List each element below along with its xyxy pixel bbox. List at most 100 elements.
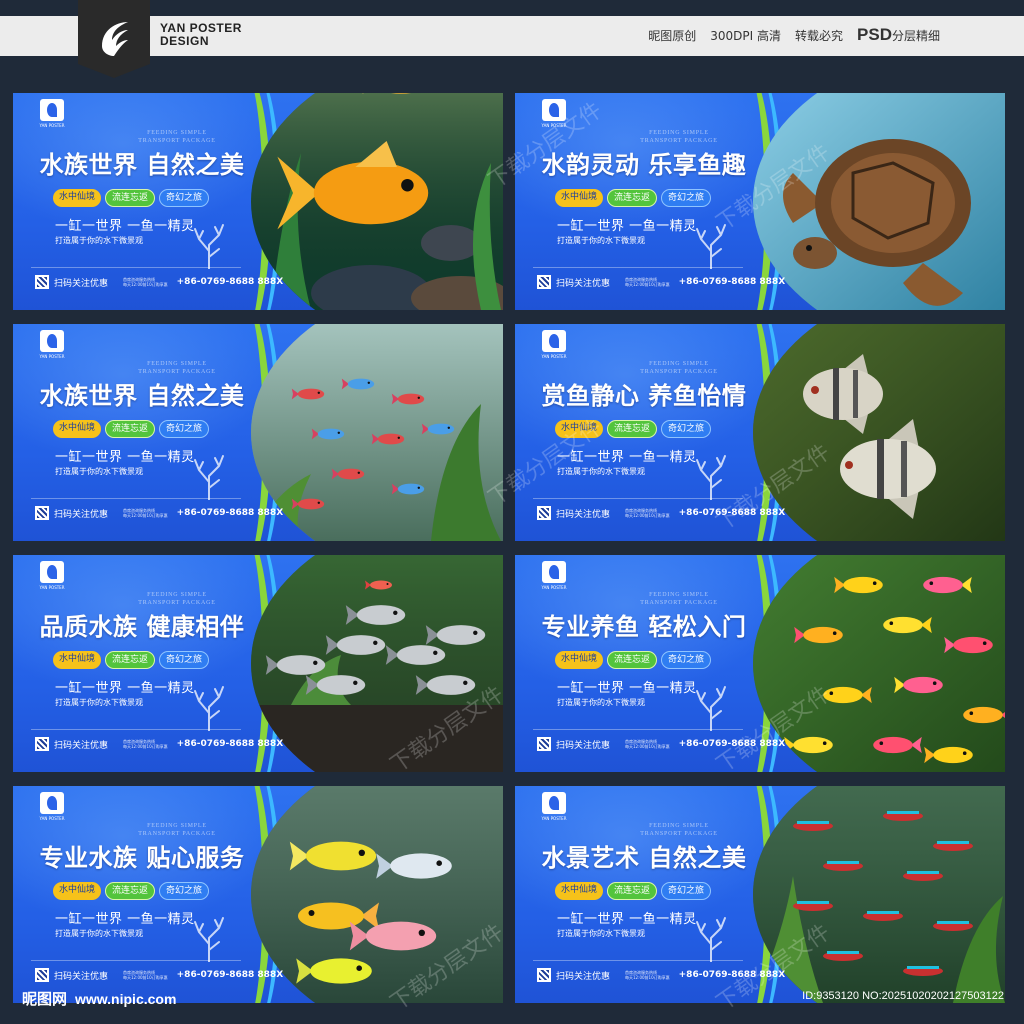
slogan: 一缸一世界 一鱼一精灵: [55, 219, 195, 234]
phone-number: +86-0769-8688 888X: [678, 739, 786, 749]
qr-code-icon[interactable]: [537, 506, 551, 520]
poster-logo-text: YAN POSTER: [541, 123, 567, 128]
poster-logo-text: YAN POSTER: [541, 354, 567, 359]
banner-title: 专业养鱼 轻松入门: [541, 613, 747, 641]
photo-goldfish: [251, 93, 503, 310]
pill-3: 奇幻之旅: [159, 882, 210, 900]
pill-3: 奇幻之旅: [661, 882, 712, 900]
banner-title: 品质水族 健康相伴: [39, 613, 245, 641]
english-line-2: TRANSPORT PACKAGE: [640, 600, 718, 606]
poster-logo: YAN POSTER: [539, 561, 569, 590]
divider: [31, 960, 241, 961]
banner-card: YAN POSTER FEEDING SIMPLE TRANSPORT PACK…: [13, 324, 503, 541]
brand-logo: [78, 0, 150, 78]
pill-1: 水中仙境: [53, 651, 102, 669]
scan-text: 扫码关注优惠: [54, 509, 109, 520]
banner-footer: 扫码关注优惠 首席咨询服务热线 每天12:00前10订购享惠 +86-0769-…: [35, 506, 283, 520]
english-line-2: TRANSPORT PACKAGE: [138, 600, 216, 606]
banner-title: 水景艺术 自然之美: [541, 844, 747, 872]
slogan: 一缸一世界 一鱼一精灵: [55, 450, 195, 465]
english-line-1: FEEDING SIMPLE: [147, 361, 207, 367]
pill-2: 流连忘返: [105, 651, 156, 669]
banner-title: 专业水族 贴心服务: [39, 844, 245, 872]
english-line-1: FEEDING SIMPLE: [147, 592, 207, 598]
poster-logo-text: YAN POSTER: [541, 816, 567, 821]
qr-code-icon[interactable]: [537, 275, 551, 289]
coral-icon: [194, 455, 224, 500]
banner-footer: 扫码关注优惠 首席咨询服务热线 每天12:00前10订购享惠 +86-0769-…: [537, 275, 785, 289]
qr-code-icon[interactable]: [35, 506, 49, 520]
tag-pills: 水中仙境 流连忘返 奇幻之旅: [555, 420, 712, 438]
divider: [31, 498, 241, 499]
photo-guppies: [251, 324, 503, 541]
english-line-1: FEEDING SIMPLE: [649, 823, 709, 829]
banner-card: YAN POSTER FEEDING SIMPLE TRANSPORT PACK…: [13, 93, 503, 310]
divider: [31, 267, 241, 268]
slogan: 一缸一世界 一鱼一精灵: [557, 681, 697, 696]
psd-badge: PSD分层精细: [857, 25, 940, 45]
english-line-2: TRANSPORT PACKAGE: [640, 831, 718, 837]
poster-logo: YAN POSTER: [539, 330, 569, 359]
qr-code-icon[interactable]: [35, 275, 49, 289]
poster-logo-icon: [542, 561, 566, 583]
poster-logo-icon: [40, 99, 64, 121]
english-subtitle: FEEDING SIMPLE TRANSPORT PACKAGE: [97, 360, 257, 376]
poster-logo-icon: [542, 99, 566, 121]
tag-pills: 水中仙境 流连忘返 奇幻之旅: [53, 882, 210, 900]
photo-area: [251, 324, 503, 541]
poster-logo: YAN POSTER: [37, 99, 67, 128]
divider: [533, 498, 743, 499]
coral-icon: [696, 224, 726, 269]
qr-code-icon[interactable]: [537, 737, 551, 751]
tag-pills: 水中仙境 流连忘返 奇幻之旅: [53, 189, 210, 207]
qr-code-icon[interactable]: [537, 968, 551, 982]
poster-logo-text: YAN POSTER: [39, 123, 65, 128]
banner-footer: 扫码关注优惠 首席咨询服务热线 每天12:00前10订购享惠 +86-0769-…: [537, 737, 785, 751]
hotline-info: 首席咨询服务热线 每天12:00前10订购享惠: [123, 277, 168, 287]
pill-3: 奇幻之旅: [159, 420, 210, 438]
qr-code-icon[interactable]: [35, 737, 49, 751]
poster-logo: YAN POSTER: [37, 561, 67, 590]
header-link-dpi: 300DPI 高清: [710, 29, 781, 43]
subline: 打造属于你的水下微景观: [55, 929, 143, 938]
scan-text: 扫码关注优惠: [556, 509, 611, 520]
scan-text: 扫码关注优惠: [54, 740, 109, 751]
hotline-note: 每天12:00前10订购享惠: [625, 282, 670, 287]
english-subtitle: FEEDING SIMPLE TRANSPORT PACKAGE: [599, 822, 759, 838]
english-line-2: TRANSPORT PACKAGE: [640, 369, 718, 375]
subline: 打造属于你的水下微景观: [55, 467, 143, 476]
banner-grid: YAN POSTER FEEDING SIMPLE TRANSPORT PACK…: [13, 93, 1005, 1003]
pill-1: 水中仙境: [53, 882, 102, 900]
tag-pills: 水中仙境 流连忘返 奇幻之旅: [555, 651, 712, 669]
brand-name: YAN POSTER DESIGN: [160, 22, 242, 48]
scan-text: 扫码关注优惠: [54, 971, 109, 982]
banner-card: YAN POSTER FEEDING SIMPLE TRANSPORT PACK…: [515, 786, 1005, 1003]
banner-title: 水族世界 自然之美: [39, 382, 245, 410]
photo-area: [753, 555, 1005, 772]
english-line-1: FEEDING SIMPLE: [147, 130, 207, 136]
phone-number: +86-0769-8688 888X: [176, 970, 284, 980]
banner-footer: 扫码关注优惠 首席咨询服务热线 每天12:00前10订购享惠 +86-0769-…: [537, 506, 785, 520]
photo-area: [753, 324, 1005, 541]
qr-code-icon[interactable]: [35, 968, 49, 982]
banner-card: YAN POSTER FEEDING SIMPLE TRANSPORT PACK…: [13, 786, 503, 1003]
pill-1: 水中仙境: [53, 420, 102, 438]
divider: [533, 267, 743, 268]
english-line-1: FEEDING SIMPLE: [649, 361, 709, 367]
image-id: ID:9353120 NO:20251020202127503122: [802, 990, 1004, 1002]
english-line-1: FEEDING SIMPLE: [649, 130, 709, 136]
photo-glofish: [753, 555, 1005, 772]
english-line-2: TRANSPORT PACKAGE: [138, 831, 216, 837]
pill-1: 水中仙境: [555, 651, 604, 669]
site-url[interactable]: www.nipic.com: [75, 991, 176, 1007]
banner-footer: 扫码关注优惠 首席咨询服务热线 每天12:00前10订购享惠 +86-0769-…: [35, 968, 283, 982]
banner-card: YAN POSTER FEEDING SIMPLE TRANSPORT PACK…: [515, 324, 1005, 541]
tag-pills: 水中仙境 流连忘返 奇幻之旅: [555, 882, 712, 900]
slogan: 一缸一世界 一鱼一精灵: [557, 450, 697, 465]
coral-icon: [696, 917, 726, 962]
hotline-info: 首席咨询服务热线 每天12:00前10订购享惠: [123, 970, 168, 980]
poster-logo-text: YAN POSTER: [541, 585, 567, 590]
header-info: 昵图原创 300DPI 高清 转载必究 PSD分层精细: [648, 25, 940, 45]
banner-card: YAN POSTER FEEDING SIMPLE TRANSPORT PACK…: [13, 555, 503, 772]
pill-2: 流连忘返: [607, 189, 658, 207]
